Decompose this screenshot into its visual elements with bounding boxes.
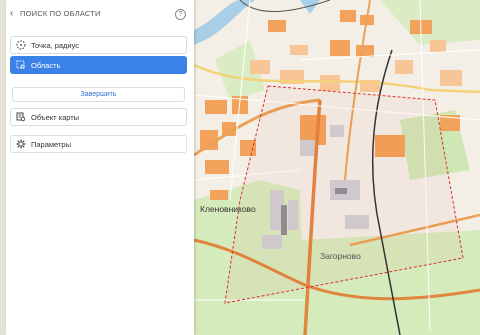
map-object-icon	[16, 112, 26, 122]
place-label-zagornovo: Загорново	[320, 251, 361, 261]
place-label-klenovnikovo: Кленовниково	[200, 204, 256, 214]
map-object-label: Объект карты	[31, 113, 80, 122]
panel-title: ПОИСК ПО ОБЛАСТИ	[20, 9, 101, 18]
area-option[interactable]: Область	[10, 56, 187, 74]
point-radius-option[interactable]: Точка, радиус	[10, 36, 187, 54]
dashed-circle-icon	[16, 40, 26, 50]
gear-icon	[16, 139, 26, 149]
search-area-panel: ‹ ПОИСК ПО ОБЛАСТИ ? Точка, радиус Облас…	[6, 0, 194, 335]
panel-header: ‹ ПОИСК ПО ОБЛАСТИ ?	[6, 0, 194, 28]
help-icon[interactable]: ?	[175, 9, 186, 20]
finish-button[interactable]: Завершить	[12, 87, 185, 102]
point-radius-label: Точка, радиус	[31, 41, 80, 50]
parameters-option[interactable]: Параметры	[10, 135, 187, 153]
back-icon[interactable]: ‹	[10, 8, 20, 20]
map-object-option[interactable]: Объект карты	[10, 108, 187, 126]
area-label: Область	[31, 61, 61, 70]
area-select-icon	[16, 60, 26, 70]
parameters-label: Параметры	[31, 140, 71, 149]
